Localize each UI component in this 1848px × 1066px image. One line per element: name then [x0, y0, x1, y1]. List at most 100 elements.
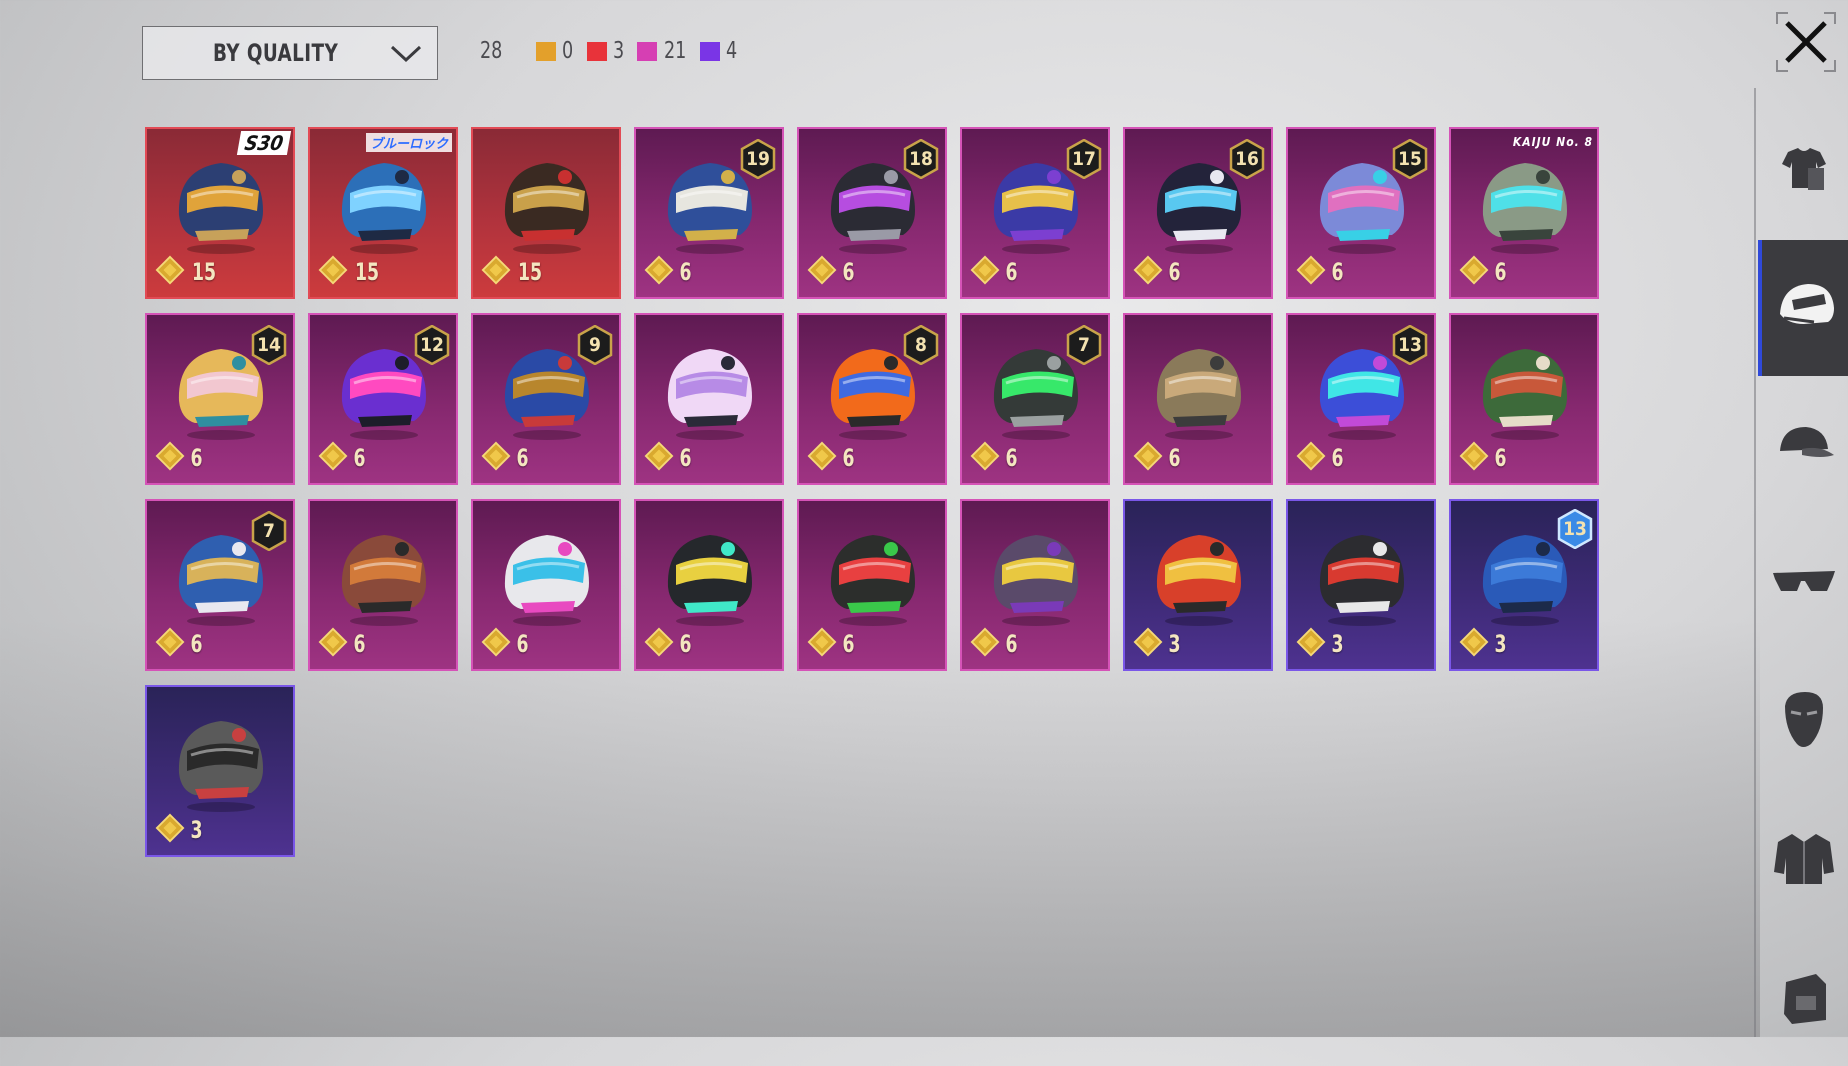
sidebar-item-helmet[interactable] — [1758, 240, 1848, 376]
level-badge: 7 — [1066, 324, 1102, 366]
price-value: 6 — [1005, 444, 1018, 472]
helmet-item-card[interactable]: 12 6 — [308, 313, 458, 485]
outfit-icon — [1774, 138, 1834, 202]
quality-swatch — [700, 41, 720, 61]
price: 6 — [970, 627, 1019, 661]
helmet-item-card[interactable]: 3 — [145, 685, 295, 857]
sidebar-item-glasses[interactable] — [1758, 516, 1848, 652]
helmet-item-card[interactable]: 6 — [960, 499, 1110, 671]
coin-icon — [970, 441, 1000, 475]
price: 6 — [481, 627, 530, 661]
helmet-item-card[interactable]: 3 — [1123, 499, 1273, 671]
helmet-item-card[interactable]: 16 6 — [1123, 127, 1273, 299]
price: 6 — [970, 255, 1019, 289]
level-number: 13 — [1398, 334, 1422, 356]
close-button[interactable] — [1776, 12, 1836, 72]
sidebar-item-jacket[interactable] — [1758, 792, 1848, 928]
helmet-item-card[interactable]: 3 — [1286, 499, 1436, 671]
price-value: 6 — [679, 630, 692, 658]
helmet-item-card[interactable]: 6 — [634, 499, 784, 671]
price-value: 6 — [516, 630, 529, 658]
helmet-item-card[interactable]: 19 6 — [634, 127, 784, 299]
price: 6 — [807, 627, 856, 661]
quality-count: 3 — [612, 38, 624, 64]
helmet-item-card[interactable]: 13 6 — [1286, 313, 1436, 485]
sidebar-item-outfit[interactable] — [1758, 102, 1848, 238]
helmet-item-card[interactable]: ブルーロック 15 — [308, 127, 458, 299]
price: 6 — [1133, 441, 1182, 475]
price-value: 3 — [1494, 630, 1507, 658]
price-value: 3 — [190, 816, 203, 844]
total-count: 28 — [479, 38, 503, 64]
coin-icon — [1296, 441, 1326, 475]
level-badge: 14 — [251, 324, 287, 366]
helmet-item-card[interactable]: 15 — [471, 127, 621, 299]
coin-icon — [155, 627, 185, 661]
sidebar-item-backpack[interactable] — [1758, 930, 1848, 1066]
helmet-item-card[interactable]: 6 — [797, 499, 947, 671]
helmet-icon — [1469, 331, 1581, 443]
helmet-item-card[interactable]: 76 — [145, 499, 295, 671]
helmet-item-card[interactable]: 6 — [1449, 313, 1599, 485]
coin-icon — [155, 255, 185, 289]
price: 15 — [318, 255, 382, 289]
helmet-item-card[interactable]: 6 — [1123, 313, 1273, 485]
sidebar-item-hat[interactable] — [1758, 378, 1848, 514]
coin-icon — [970, 255, 1000, 289]
price: 3 — [1133, 627, 1182, 661]
helmet-icon — [1143, 517, 1255, 629]
sidebar-item-mask[interactable] — [1758, 654, 1848, 790]
price-value: 6 — [1005, 630, 1018, 658]
helmet-item-card[interactable]: 6 — [308, 499, 458, 671]
level-badge: 17 — [1066, 138, 1102, 180]
close-icon — [1785, 21, 1827, 63]
level-badge: 9 — [577, 324, 613, 366]
price: 6 — [318, 627, 367, 661]
level-number: 17 — [1072, 148, 1096, 170]
level-badge: 13 — [1557, 508, 1593, 550]
quality-counts: 28 0 3 21 4 — [478, 38, 750, 64]
price: 6 — [1296, 255, 1345, 289]
helmet-item-card[interactable]: 76 — [960, 313, 1110, 485]
price: 15 — [155, 255, 219, 289]
series-tag: S30 — [236, 131, 292, 155]
helmet-item-card[interactable]: 96 — [471, 313, 621, 485]
helmet-item-card[interactable]: 17 6 — [960, 127, 1110, 299]
coin-icon — [1296, 255, 1326, 289]
price: 6 — [807, 255, 856, 289]
level-number: 14 — [257, 334, 281, 356]
level-number: 18 — [909, 148, 933, 170]
helmet-item-card[interactable]: 13 3 — [1449, 499, 1599, 671]
level-badge: 16 — [1229, 138, 1265, 180]
helmet-item-card[interactable]: 6 — [471, 499, 621, 671]
helmet-icon — [1774, 278, 1838, 338]
helmet-item-card[interactable]: 15 6 — [1286, 127, 1436, 299]
level-badge: 19 — [740, 138, 776, 180]
price-value: 6 — [190, 444, 203, 472]
helmet-item-card[interactable]: 14 6 — [145, 313, 295, 485]
sort-dropdown[interactable]: BY QUALITY — [142, 26, 438, 80]
price-value: 6 — [1331, 258, 1344, 286]
level-badge: 12 — [414, 324, 450, 366]
helmet-icon — [980, 517, 1092, 629]
helmet-item-card[interactable]: KAIJU No. 8 6 — [1449, 127, 1599, 299]
helmet-icon — [165, 145, 277, 257]
helmet-item-card[interactable]: 18 6 — [797, 127, 947, 299]
level-badge: 15 — [1392, 138, 1428, 180]
coin-icon — [1459, 255, 1489, 289]
price-value: 6 — [1494, 444, 1507, 472]
helmet-item-card[interactable]: S30 15 — [145, 127, 295, 299]
level-number: 8 — [915, 334, 927, 356]
coin-icon — [1459, 627, 1489, 661]
helmet-item-card[interactable]: 6 — [634, 313, 784, 485]
price: 15 — [481, 255, 545, 289]
coin-icon — [1133, 627, 1163, 661]
quality-count: 4 — [725, 38, 738, 64]
backpack-icon — [1776, 966, 1832, 1030]
price: 6 — [1459, 255, 1508, 289]
price-value: 15 — [518, 258, 543, 286]
level-number: 7 — [1078, 334, 1090, 356]
coin-icon — [807, 627, 837, 661]
helmet-item-card[interactable]: 86 — [797, 313, 947, 485]
coin-icon — [644, 255, 674, 289]
